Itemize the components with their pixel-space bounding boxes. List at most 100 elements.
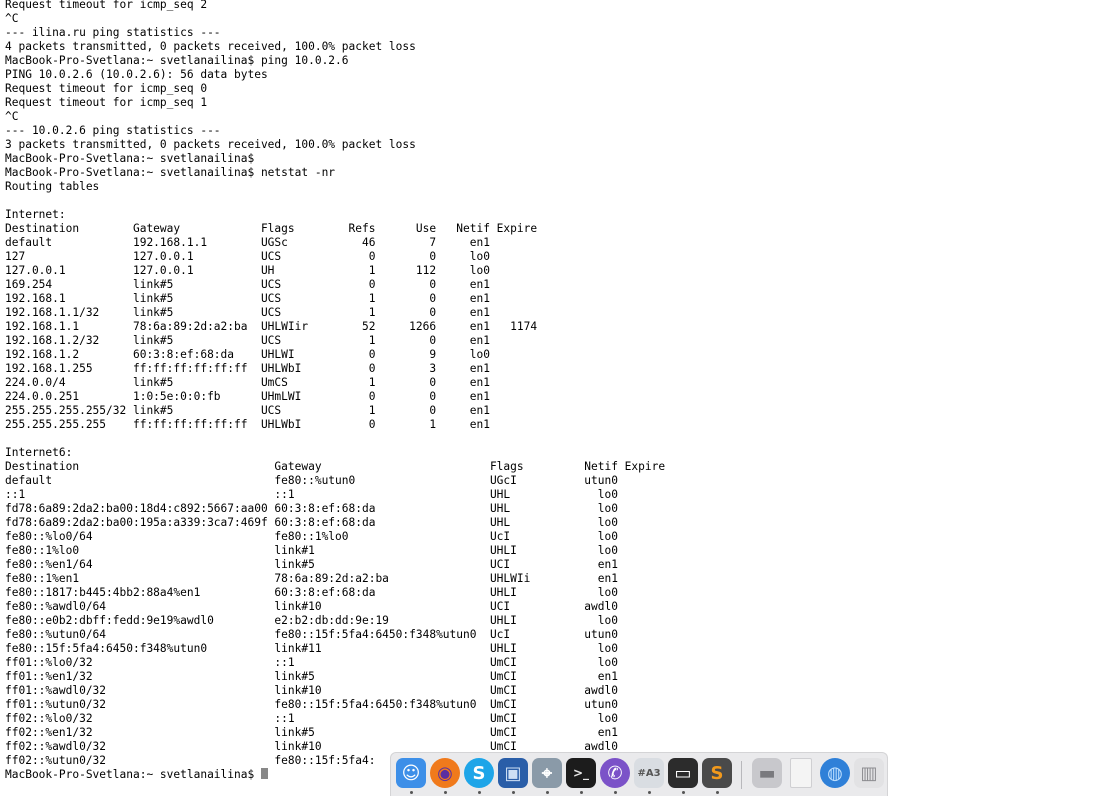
terminal-line-text: 127 127.0.0.1 UCS 0 0 lo0 bbox=[5, 250, 490, 263]
running-indicator bbox=[716, 791, 719, 794]
terminal-line-text: ff01::%utun0/32 fe80::15f:5fa4:6450:f348… bbox=[5, 698, 618, 711]
terminal-line: 255.255.255.255 ff:ff:ff:ff:ff:ff UHLWbI… bbox=[5, 418, 665, 432]
sublime-text-icon[interactable]: S bbox=[702, 758, 732, 788]
terminal-line: PING 10.0.2.6 (10.0.2.6): 56 data bytes bbox=[5, 68, 665, 82]
terminal-line: fe80::1817:b445:4bb2:88a4%en1 60:3:8:ef:… bbox=[5, 586, 665, 600]
terminal-line-text: fe80::%utun0/64 fe80::15f:5fa4:6450:f348… bbox=[5, 628, 618, 641]
terminal-line-text: ff02::%en1/32 link#5 UmCI en1 bbox=[5, 726, 618, 739]
terminal-line-text: default fe80::%utun0 UGcI utun0 bbox=[5, 474, 618, 487]
terminal-line-text: --- 10.0.2.6 ping statistics --- bbox=[5, 124, 221, 137]
terminal-line: 169.254 link#5 UCS 0 0 en1 bbox=[5, 278, 665, 292]
terminal-line-text: PING 10.0.2.6 (10.0.2.6): 56 data bytes bbox=[5, 68, 268, 81]
terminal-line: fe80::e0b2:dbff:fedd:9e19%awdl0 e2:b2:db… bbox=[5, 614, 665, 628]
virtualbox-icon[interactable]: ▣ bbox=[498, 758, 528, 788]
terminal-line-text: Request timeout for icmp_seq 1 bbox=[5, 96, 208, 109]
terminal-line-text: Destination Gateway Flags Refs Use Netif… bbox=[5, 222, 538, 235]
terminal-line: MacBook-Pro-Svetlana:~ svetlanailina$ ne… bbox=[5, 166, 665, 180]
terminal-line-text: --- ilina.ru ping statistics --- bbox=[5, 26, 221, 39]
terminal-line: ff01::%lo0/32 ::1 UmCI lo0 bbox=[5, 656, 665, 670]
terminal-window[interactable]: Request timeout for icmp_seq 2 ^C --- ilin… bbox=[0, 0, 1119, 796]
viber-glyph: ✆ bbox=[607, 762, 623, 784]
finder-icon[interactable]: ☺ bbox=[396, 758, 426, 788]
terminal-line: fe80::%utun0/64 fe80::15f:5fa4:6450:f348… bbox=[5, 628, 665, 642]
terminal-line-text: 192.168.1.1/32 link#5 UCS 1 0 en1 bbox=[5, 306, 490, 319]
terminal-line: Destination Gateway Flags Netif Expire bbox=[5, 460, 665, 474]
terminal-line-text: 127.0.0.1 127.0.0.1 UH 1 112 lo0 bbox=[5, 264, 490, 277]
terminal-line: default 192.168.1.1 UGSc 46 7 en1 bbox=[5, 236, 665, 250]
terminal-line: MacBook-Pro-Svetlana:~ svetlanailina$ bbox=[5, 152, 665, 166]
trash-icon[interactable]: ▥ bbox=[854, 758, 884, 788]
trash-glyph: ▥ bbox=[860, 762, 878, 784]
terminal-line: --- 10.0.2.6 ping statistics --- bbox=[5, 124, 665, 138]
disk-drive-icon[interactable]: ▬ bbox=[752, 758, 782, 788]
terminal-line: fe80::%awdl0/64 link#10 UCI awdl0 bbox=[5, 600, 665, 614]
terminal-line: 192.168.1.2 60:3:8:ef:68:da UHLWI 0 9 lo… bbox=[5, 348, 665, 362]
terminal-line-text: MacBook-Pro-Svetlana:~ svetlanailina$ bbox=[5, 768, 261, 781]
terminal-line: fe80::1%en1 78:6a:89:2d:a2:ba UHLWIi en1 bbox=[5, 572, 665, 586]
finder-glyph: ☺ bbox=[401, 762, 421, 784]
terminal-line-text: ff01::%lo0/32 ::1 UmCI lo0 bbox=[5, 656, 618, 669]
terminal-line: Request timeout for icmp_seq 2 bbox=[5, 0, 665, 12]
terminal-line-text: fe80::1817:b445:4bb2:88a4%en1 60:3:8:ef:… bbox=[5, 586, 618, 599]
terminal-line: Request timeout for icmp_seq 1 bbox=[5, 96, 665, 110]
terminal-line-text: fe80::15f:5fa4:6450:f348%utun0 link#11 U… bbox=[5, 642, 618, 655]
terminal-line: --- ilina.ru ping statistics --- bbox=[5, 26, 665, 40]
terminal-line-text: ^C bbox=[5, 12, 19, 25]
terminal-line: 127.0.0.1 127.0.0.1 UH 1 112 lo0 bbox=[5, 264, 665, 278]
skype-icon[interactable]: S bbox=[464, 758, 494, 788]
terminal-line: ff02::%lo0/32 ::1 UmCI lo0 bbox=[5, 712, 665, 726]
dock: ☺ ◉ S ▣ ⌖ >_ ✆ #A3 ▭ S ▬ ◍ ▥ bbox=[390, 752, 888, 796]
viber-icon[interactable]: ✆ bbox=[600, 758, 630, 788]
screenshot-icon[interactable]: ▭ bbox=[668, 758, 698, 788]
terminal-line: 192.168.1.1 78:6a:89:2d:a2:ba UHLWIir 52… bbox=[5, 320, 665, 334]
terminal-line-text: 192.168.1.1 78:6a:89:2d:a2:ba UHLWIir 52… bbox=[5, 320, 538, 333]
terminal-line: MacBook-Pro-Svetlana:~ svetlanailina$ pi… bbox=[5, 54, 665, 68]
terminal-line-text: Routing tables bbox=[5, 180, 100, 193]
terminal-line: 192.168.1 link#5 UCS 1 0 en1 bbox=[5, 292, 665, 306]
running-indicator bbox=[546, 791, 549, 794]
terminal-line-text: fd78:6a89:2da2:ba00:195a:a339:3ca7:469f … bbox=[5, 516, 618, 529]
virtualbox-glyph: ▣ bbox=[504, 762, 522, 784]
color-meter-icon[interactable]: #A3 bbox=[634, 758, 664, 788]
network-utility-icon[interactable]: ⌖ bbox=[532, 758, 562, 788]
terminal-line-text: 224.0.0.251 1:0:5e:0:0:fb UHmLWI 0 0 en1 bbox=[5, 390, 490, 403]
terminal-line: ff02::%en1/32 link#5 UmCI en1 bbox=[5, 726, 665, 740]
firefox-icon[interactable]: ◉ bbox=[430, 758, 460, 788]
terminal-line: ^C bbox=[5, 110, 665, 124]
terminal-line-text: 192.168.1.2 60:3:8:ef:68:da UHLWI 0 9 lo… bbox=[5, 348, 490, 361]
terminal-line-text: MacBook-Pro-Svetlana:~ svetlanailina$ pi… bbox=[5, 54, 349, 67]
terminal-line: fd78:6a89:2da2:ba00:195a:a339:3ca7:469f … bbox=[5, 516, 665, 530]
terminal-line-text: ff02::%utun0/32 fe80::15f:5fa4: bbox=[5, 754, 376, 767]
terminal-line: ff01::%en1/32 link#5 UmCI en1 bbox=[5, 670, 665, 684]
terminal-line: 3 packets transmitted, 0 packets receive… bbox=[5, 138, 665, 152]
terminal-line-text: MacBook-Pro-Svetlana:~ svetlanailina$ ne… bbox=[5, 166, 336, 179]
terminal-line: 4 packets transmitted, 0 packets receive… bbox=[5, 40, 665, 54]
terminal-line-text: 3 packets transmitted, 0 packets receive… bbox=[5, 138, 416, 151]
terminal-line-text: 4 packets transmitted, 0 packets receive… bbox=[5, 40, 416, 53]
terminal-line-text: Destination Gateway Flags Netif Expire bbox=[5, 460, 666, 473]
terminal-line: Routing tables bbox=[5, 180, 665, 194]
network-globe-icon[interactable]: ◍ bbox=[820, 758, 850, 788]
terminal-line-text: fe80::%en1/64 link#5 UCI en1 bbox=[5, 558, 618, 571]
terminal-line-text: Request timeout for icmp_seq 2 bbox=[5, 0, 208, 11]
terminal-line: ::1 ::1 UHL lo0 bbox=[5, 488, 665, 502]
terminal-line: 224.0.0/4 link#5 UmCS 1 0 en1 bbox=[5, 376, 665, 390]
terminal-line: ff01::%utun0/32 fe80::15f:5fa4:6450:f348… bbox=[5, 698, 665, 712]
terminal-line-text: ff01::%awdl0/32 link#10 UmCI awdl0 bbox=[5, 684, 618, 697]
terminal-line: Internet: bbox=[5, 208, 665, 222]
document-icon[interactable] bbox=[790, 758, 812, 788]
running-indicator bbox=[648, 791, 651, 794]
terminal-icon[interactable]: >_ bbox=[566, 758, 596, 788]
terminal-line-text: 192.168.1.2/32 link#5 UCS 1 0 en1 bbox=[5, 334, 490, 347]
color-meter-glyph: #A3 bbox=[637, 767, 661, 779]
terminal-line-text: 224.0.0/4 link#5 UmCS 1 0 en1 bbox=[5, 376, 490, 389]
terminal-line: Request timeout for icmp_seq 0 bbox=[5, 82, 665, 96]
dock-separator bbox=[741, 761, 742, 789]
terminal-line: fd78:6a89:2da2:ba00:18d4:c892:5667:aa00 … bbox=[5, 502, 665, 516]
terminal-line-text: MacBook-Pro-Svetlana:~ svetlanailina$ bbox=[5, 152, 255, 165]
terminal-cursor bbox=[260, 768, 268, 779]
screenshot-glyph: ▭ bbox=[674, 762, 692, 784]
terminal-line-text: fe80::1%en1 78:6a:89:2d:a2:ba UHLWIi en1 bbox=[5, 572, 618, 585]
terminal-line: 127 127.0.0.1 UCS 0 0 lo0 bbox=[5, 250, 665, 264]
